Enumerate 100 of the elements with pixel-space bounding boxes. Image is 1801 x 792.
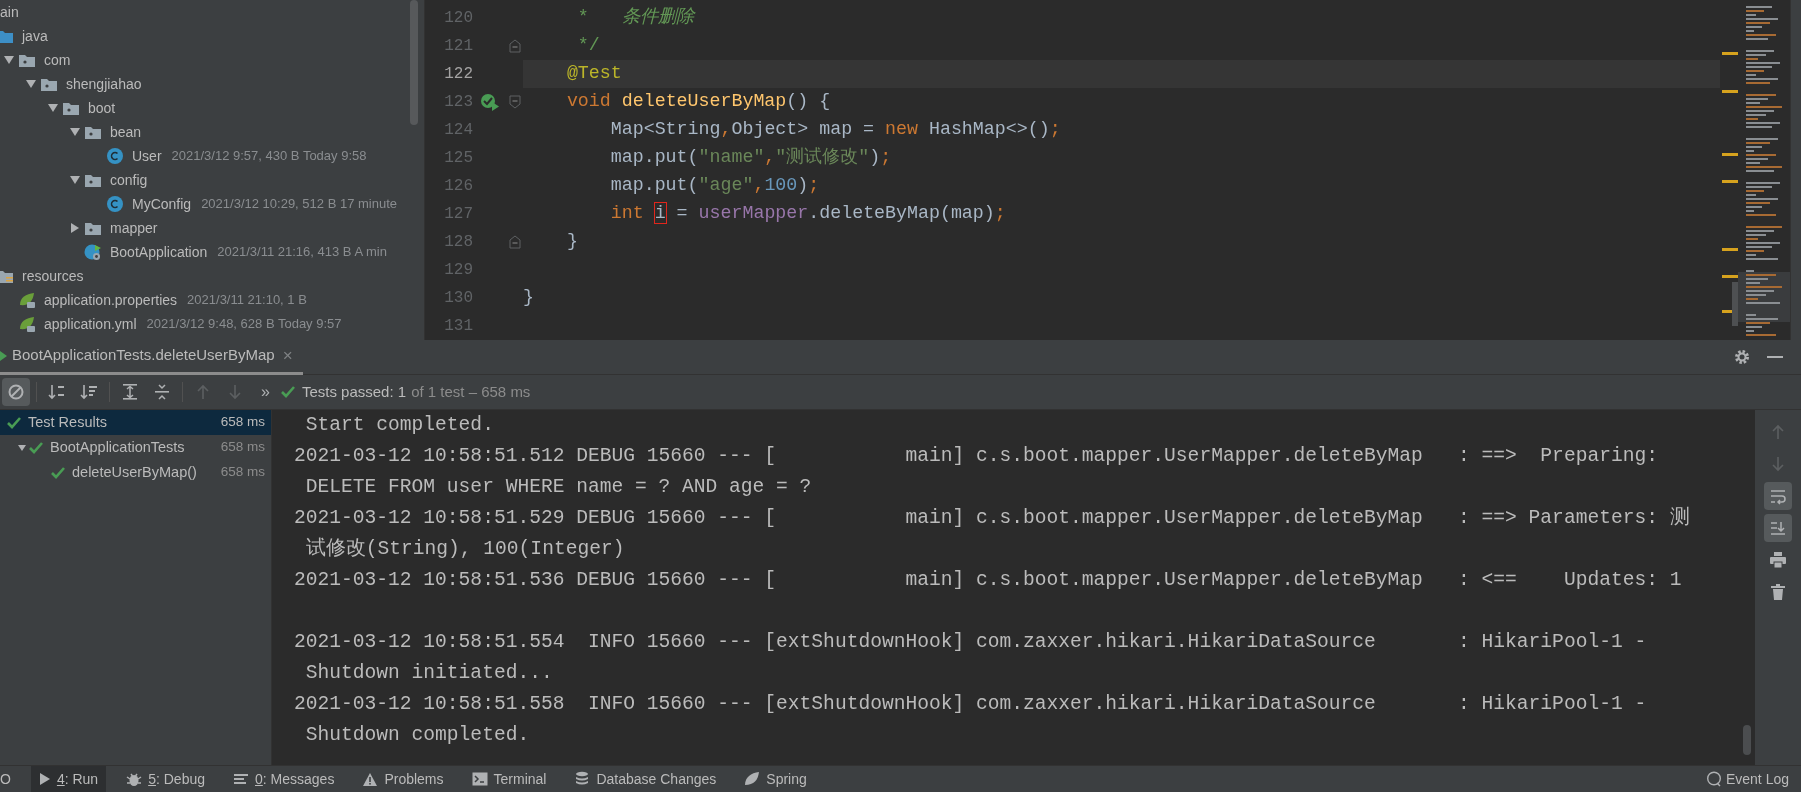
tree-item-label[interactable]: application.yml	[44, 313, 137, 335]
console-line: 2021-03-12 10:58:51.558 INFO 15660 --- [extShutdownHook] com.zaxxer.hikari.HikariDataSource : HikariPool-1 -	[294, 692, 1647, 717]
scrollbar-thumb[interactable]	[1743, 725, 1751, 755]
tool-window-button[interactable]: Problems	[354, 765, 452, 792]
file-info: 2021/3/12 9:48, 628 B Today 9:57	[146, 315, 342, 334]
caret-down-icon[interactable]	[18, 444, 26, 451]
line-number: 127	[443, 204, 473, 225]
code-line: */	[576, 34, 600, 58]
printer-icon	[1769, 551, 1787, 569]
test-duration: 658 ms	[220, 438, 265, 457]
file-info: 2021/3/11 21:10, 1 B	[187, 291, 307, 310]
tests-status-detail: of 1 test – 658 ms	[411, 381, 531, 402]
tool-window-button[interactable]: 0: Messages	[225, 765, 343, 792]
settings-icon[interactable]	[1733, 348, 1751, 366]
tree-item-label[interactable]: ain	[0, 1, 19, 23]
leaf-icon	[18, 315, 36, 333]
test-row[interactable]: Test Results 658 ms	[0, 410, 271, 435]
tree-item-label[interactable]: BootApplication	[110, 241, 208, 263]
tool-window-button[interactable]: Spring	[736, 765, 815, 792]
console-line: DELETE FROM user WHERE name = ? AND age = ?	[304, 475, 812, 500]
terminal-icon	[471, 772, 488, 786]
play-icon	[0, 349, 8, 362]
tool-window-button[interactable]: Terminal	[463, 765, 555, 792]
test-name: deleteUserByMap()	[72, 462, 198, 482]
tree-item-label[interactable]: shengjiahao	[66, 73, 142, 95]
event-log-button[interactable]: Event Log	[1705, 768, 1789, 790]
caret-down-icon[interactable]	[26, 80, 36, 88]
console-line: Shutdown initiated...	[304, 661, 553, 686]
tree-item-label[interactable]: java	[22, 25, 48, 47]
show-passed-button[interactable]	[2, 378, 30, 406]
trash-icon	[1769, 583, 1787, 601]
tool-window-button[interactable]: O	[0, 765, 19, 792]
code-line: void deleteUserByMap() {	[565, 90, 831, 114]
tool-window-button[interactable]: 4: Run	[30, 765, 107, 792]
caret-down-icon[interactable]	[4, 56, 14, 64]
folder-icon	[40, 76, 58, 92]
tree-item-label[interactable]: mapper	[110, 217, 158, 239]
caret-down-icon[interactable]	[48, 104, 58, 112]
folder-icon	[84, 172, 102, 188]
soft-wrap-button[interactable]	[1764, 482, 1792, 510]
line-number: 126	[443, 176, 473, 197]
console-line: Start completed.	[304, 413, 494, 438]
caret-down-icon[interactable]	[70, 128, 80, 136]
tree-item-label[interactable]: User	[132, 145, 162, 167]
sort-icon	[80, 383, 98, 401]
caret-right-icon[interactable]	[71, 223, 79, 233]
code-line: int i = userMapper.deleteByMap(map);	[609, 202, 1006, 226]
line-number: 125	[443, 148, 473, 169]
console-line: Shutdown completed.	[304, 723, 530, 748]
tool-window-button[interactable]: Database Changes	[566, 765, 725, 792]
console-line: 2021-03-12 10:58:51.536 DEBUG 15660 --- [ main] c.s.boot.mapper.UserMapper.deleteByMap : <== Updates: 1	[294, 568, 1682, 593]
test-duration: 658 ms	[220, 413, 265, 432]
run-test-icon[interactable]	[480, 93, 500, 111]
caret-down-icon[interactable]	[70, 176, 80, 184]
bug-icon	[126, 771, 143, 787]
wrap-icon	[1769, 487, 1787, 505]
class-icon	[106, 195, 124, 213]
folder-icon	[0, 268, 14, 284]
code-line: * 条件删除	[576, 6, 694, 30]
folder-icon	[18, 52, 36, 68]
tree-item-label[interactable]: MyConfig	[132, 193, 192, 215]
console-line: 试修改(String), 100(Integer)	[304, 536, 625, 562]
minimize-icon[interactable]	[1767, 355, 1783, 359]
tree-item-label[interactable]: resources	[22, 265, 84, 287]
folder-icon	[84, 124, 102, 140]
test-row[interactable]: deleteUserByMap() 658 ms	[0, 460, 271, 485]
test-name: Test Results	[28, 412, 108, 432]
line-number: 128	[443, 232, 473, 253]
warning-icon	[362, 771, 379, 787]
tool-window-button[interactable]: 5: Debug	[118, 765, 213, 792]
tree-item-label[interactable]: boot	[88, 97, 116, 119]
code-line: map.put("age",100);	[609, 174, 820, 198]
console-line: 2021-03-12 10:58:51.529 DEBUG 15660 --- [ main] c.s.boot.mapper.UserMapper.deleteByMap : ==> Parameters: 测	[294, 505, 1690, 531]
scroll-end-icon	[1769, 519, 1787, 537]
folder-icon	[84, 220, 102, 236]
tree-item-label[interactable]: config	[110, 169, 148, 191]
code-line: map.put("name","测试修改");	[609, 146, 892, 170]
console-line: 2021-03-12 10:58:51.554 INFO 15660 --- [extShutdownHook] com.zaxxer.hikari.HikariDataSource : HikariPool-1 -	[294, 630, 1647, 655]
tests-status: Tests passed: 1	[301, 381, 407, 402]
line-number: 129	[443, 260, 473, 281]
code-line: }	[565, 230, 578, 254]
line-number: 120	[443, 8, 473, 29]
run-tab[interactable]: BootApplicationTests.deleteUserByMap	[12, 344, 275, 367]
scroll-to-end-button[interactable]	[1764, 514, 1792, 542]
console-line: 2021-03-12 10:58:51.512 DEBUG 15660 --- [ main] c.s.boot.mapper.UserMapper.deleteByMap : ==> Preparing:	[294, 444, 1658, 469]
list-icon	[233, 772, 249, 786]
file-info: 2021/3/12 10:29, 512 B 17 minute	[201, 195, 398, 214]
line-number: 130	[443, 288, 473, 309]
leaf-icon	[744, 771, 761, 787]
line-number: 121	[443, 36, 473, 57]
play-icon	[38, 772, 51, 786]
sort-icon	[48, 383, 66, 401]
tree-item-label[interactable]: com	[44, 49, 71, 71]
tree-item-label[interactable]: bean	[110, 121, 142, 143]
no-entry-icon	[7, 383, 25, 401]
overflow-button[interactable]: »	[261, 380, 270, 404]
scrollbar-thumb[interactable]	[410, 0, 418, 125]
line-number: 124	[443, 120, 473, 141]
tree-item-label[interactable]: application.properties	[44, 289, 178, 311]
test-row[interactable]: BootApplicationTests 658 ms	[0, 435, 271, 460]
